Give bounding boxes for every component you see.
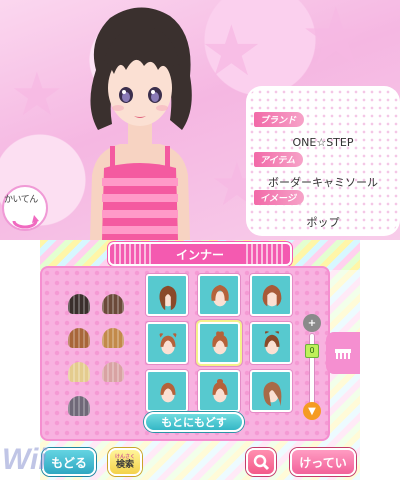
magnify-button[interactable] [246, 448, 276, 476]
brand-value: ONE☆STEP [292, 136, 354, 149]
zoom-out-icon[interactable]: ▼ [303, 402, 321, 420]
hair-style-icon [159, 285, 177, 311]
hair-style-grid [144, 272, 294, 412]
hair-style-card-6[interactable] [250, 322, 292, 364]
hair-color-icon [102, 362, 124, 382]
item-value: ボーダーキャミソール [268, 176, 378, 189]
top-screen: ★ ★ ★ ★ かいてん ブランド ONE☆STEP アイテム ボーダーキャミソ… [0, 0, 400, 240]
hair-style-card-5[interactable] [198, 322, 240, 364]
hair-style-icon [160, 382, 176, 403]
hair-color-icon [102, 294, 124, 314]
decide-button[interactable]: けってい [290, 448, 356, 476]
brand-header: ブランド [254, 112, 305, 127]
zoom-slider[interactable]: + 0 ▼ [302, 314, 322, 424]
comb-tab[interactable] [326, 332, 360, 374]
hair-style-icon [211, 284, 229, 307]
hair-style-icon [263, 381, 282, 407]
zoom-knob[interactable]: 0 [305, 344, 319, 358]
zoom-in-icon[interactable]: + [303, 314, 321, 332]
hair-color-swatch-dark-brown[interactable] [100, 294, 126, 316]
magnify-icon [253, 454, 270, 471]
hair-color-icon [68, 328, 90, 348]
reset-button[interactable]: もとにもどす [144, 412, 244, 432]
hair-color-icon [68, 294, 90, 314]
star-decoration-icon: ★ [10, 60, 64, 130]
hair-style-icon [159, 333, 177, 355]
hair-style-card-2[interactable] [198, 274, 240, 316]
hair-style-card-3[interactable] [250, 274, 292, 316]
image-header: イメージ [254, 190, 304, 205]
hair-color-swatch-ash-gray[interactable] [66, 396, 92, 418]
item-info-card: ブランド ONE☆STEP アイテム ボーダーキャミソール イメージ ポップ [230, 88, 398, 234]
search-label: 検索 [115, 460, 134, 470]
rotate-label: かいてん [4, 195, 38, 205]
comb-icon [335, 349, 351, 359]
hair-style-card-8[interactable] [198, 370, 240, 412]
hair-style-icon [262, 284, 282, 307]
hair-style-card-1[interactable] [146, 274, 188, 316]
hair-color-icon [68, 362, 90, 382]
hair-color-swatch-light-brown[interactable] [100, 328, 126, 350]
hair-style-icon [212, 331, 228, 355]
hair-style-card-9[interactable] [250, 370, 292, 412]
rotate-icon [12, 215, 39, 229]
item-header: アイテム [254, 152, 304, 167]
hair-color-swatch-brown[interactable] [66, 328, 92, 350]
watermark: Wii [2, 443, 47, 476]
hair-color-icon [102, 328, 124, 348]
star-decoration-icon: ★ [300, 0, 372, 83]
hair-style-icon [212, 378, 228, 403]
hair-style-card-7[interactable] [146, 370, 188, 412]
category-title: インナー [110, 244, 290, 264]
avatar-character [90, 7, 192, 240]
hair-color-grid [62, 291, 132, 422]
hair-style-icon [264, 331, 280, 355]
image-value: ポップ [306, 216, 340, 229]
search-button[interactable]: けんさく 検索 [108, 448, 142, 476]
hair-color-swatch-pink-beige[interactable] [100, 362, 126, 384]
hair-color-swatch-black[interactable] [63, 291, 93, 319]
bottom-screen: インナー + 0 ▼ もとにもどす もどる けんさく 検索 けってい [40, 240, 360, 480]
hair-color-icon [68, 396, 90, 416]
hair-color-swatch-blonde[interactable] [66, 362, 92, 384]
hair-style-card-4[interactable] [146, 322, 188, 364]
